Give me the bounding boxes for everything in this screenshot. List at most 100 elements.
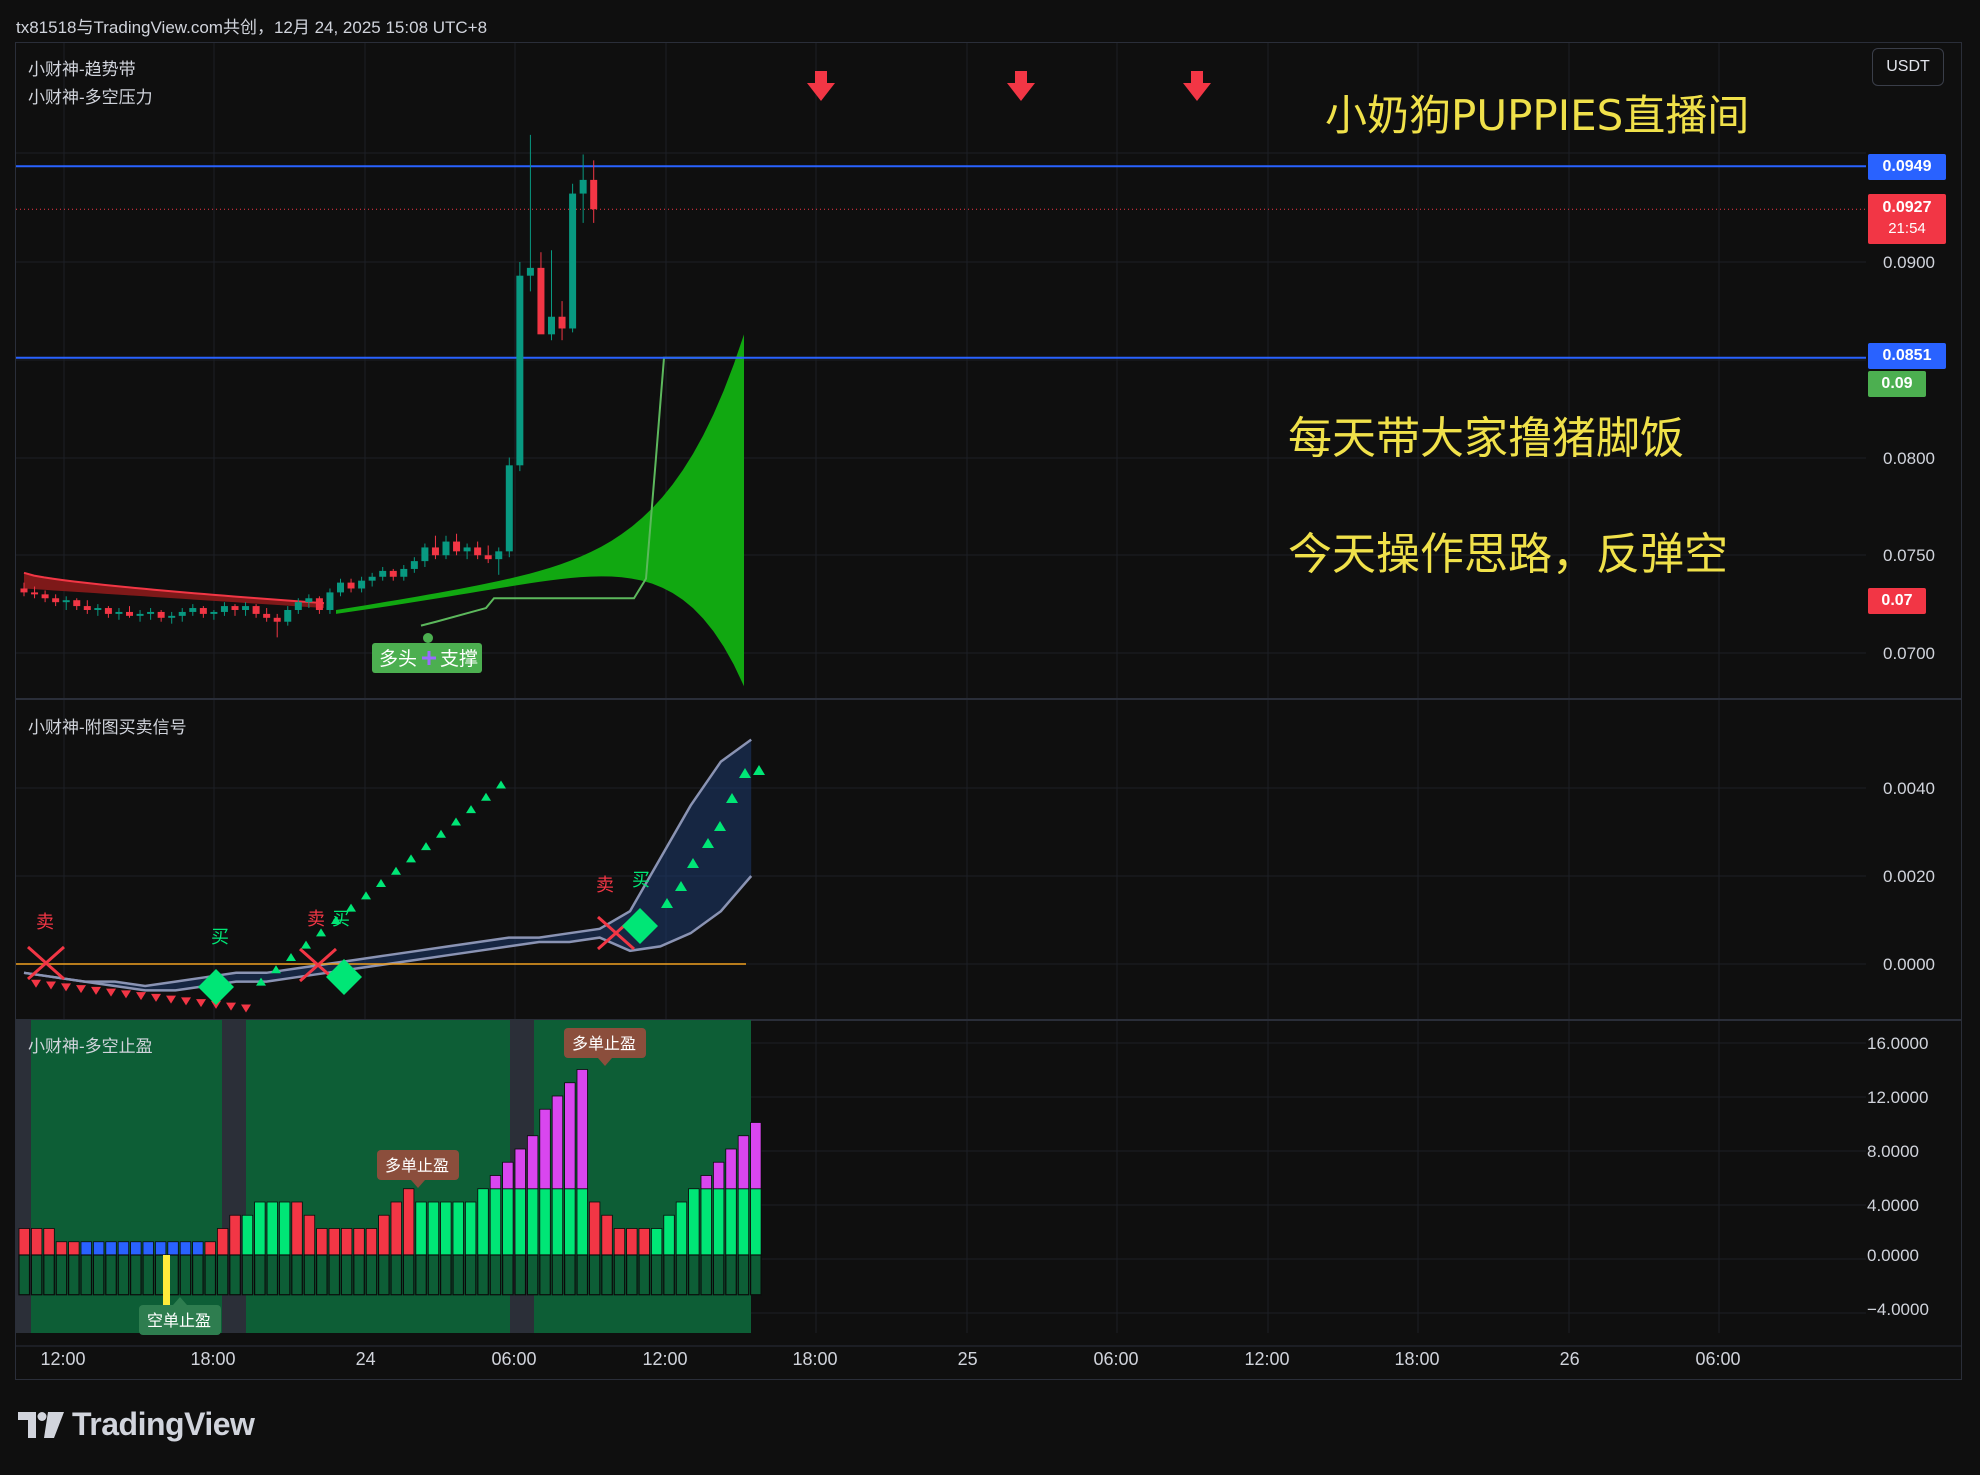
candle-body — [569, 193, 577, 329]
down-triangle-icon — [151, 993, 161, 1002]
candle-body — [315, 598, 323, 610]
candle-body — [252, 606, 260, 614]
signal-label: 买 — [211, 927, 229, 947]
stop-bar — [675, 1201, 688, 1256]
stop-bar-extra — [576, 1069, 588, 1190]
chart-frame[interactable]: 多头 支撑 0.0900 0.0800 0.0750 0.0700 卖买卖买卖买 0.0040… — [15, 42, 1962, 1380]
time-axis-label: 18:00 — [191, 1349, 236, 1369]
signal-area — [24, 739, 752, 991]
up-triangle-icon — [391, 866, 401, 875]
stop-bar — [241, 1214, 254, 1256]
stop-bar-extra — [737, 1135, 750, 1190]
signal-axis-label: 0.0020 — [1883, 867, 1935, 886]
time-axis-label: 12:00 — [643, 1349, 688, 1369]
stop-bar — [452, 1201, 464, 1256]
indicator-label-trend[interactable]: 小财神-趋势带 — [28, 55, 136, 80]
candle-body — [147, 611, 155, 614]
candle-body — [537, 267, 545, 335]
stop-bar-neg — [204, 1254, 217, 1296]
down-triangle-icon — [106, 988, 116, 997]
long-take-profit-callout-text: 多单止盈 — [572, 1035, 636, 1053]
price-axis-label: 0.0800 — [1883, 449, 1935, 468]
candle-body — [590, 179, 598, 210]
stop-bar — [651, 1228, 663, 1256]
price-axis-label: 0.0700 — [1883, 644, 1935, 663]
signal-label: 买 — [632, 870, 650, 890]
stop-bar-neg — [353, 1254, 365, 1296]
stop-bar — [278, 1201, 291, 1256]
signal-panel-title[interactable]: 小财神-附图买卖信号 — [28, 713, 187, 738]
price-tag-0851: 0.0851 — [1868, 343, 1946, 369]
price-axis-label: 0.0750 — [1883, 546, 1935, 565]
stop-bar — [688, 1188, 700, 1256]
header-title: tx81518与TradingView.com共创，12月 24, 2025 1… — [16, 18, 488, 37]
stop-bar — [489, 1188, 502, 1256]
signal-label: 买 — [332, 909, 350, 929]
stop-bar-neg — [378, 1254, 390, 1296]
stop-panel-title[interactable]: 小财神-多空止盈 — [28, 1032, 153, 1057]
candle-body — [474, 547, 482, 556]
candle-body — [41, 594, 49, 599]
up-triangle-icon — [361, 891, 371, 900]
stop-bar-extra — [502, 1161, 514, 1190]
stop-bar-neg — [489, 1254, 502, 1296]
stop-bar-neg — [390, 1254, 403, 1296]
price-axis-label: 0.0900 — [1883, 253, 1935, 272]
stop-bar — [427, 1201, 440, 1256]
up-triangle-icon — [286, 952, 296, 961]
stop-bar-neg — [452, 1254, 465, 1296]
down-arrow-icon — [807, 71, 835, 101]
candle-body — [379, 570, 387, 577]
candle-body — [189, 608, 197, 612]
stop-bar-neg — [737, 1254, 750, 1296]
stop-bar-neg — [328, 1254, 341, 1296]
price-tag-0949: 0.0949 — [1868, 154, 1946, 180]
stop-bar-neg — [576, 1254, 589, 1296]
stop-bar-neg — [415, 1254, 427, 1296]
down-triangle-icon — [31, 979, 41, 988]
up-triangle-icon — [316, 928, 326, 937]
chart-canvas[interactable]: 多头 支撑0.09000.08000.07500.0700卖买卖 买卖 买0.0040… — [16, 43, 1961, 1379]
stop-bar — [464, 1201, 477, 1256]
price-tag-current-value: 0.0927 — [1882, 199, 1932, 216]
stop-bar-extra — [713, 1161, 725, 1190]
candle-body — [231, 606, 239, 610]
stop-bar — [204, 1241, 216, 1256]
stop-axis-label: 4.0000 — [1867, 1196, 1919, 1215]
currency-button[interactable]: USDT — [1872, 48, 1944, 86]
stop-bar-neg — [650, 1254, 663, 1296]
stop-bar — [353, 1228, 365, 1256]
candle-body — [136, 613, 144, 616]
stop-bar — [18, 1228, 30, 1256]
stop-bar-neg — [725, 1254, 737, 1296]
down-triangle-icon — [196, 999, 206, 1008]
short-stop-marker — [163, 1255, 170, 1308]
candle-body — [20, 588, 28, 593]
tradingview-brand: TradingView — [72, 1406, 255, 1442]
tradingview-logo[interactable]: TradingView — [18, 1406, 255, 1443]
time-axis-label: 12:00 — [41, 1349, 86, 1369]
up-triangle-icon — [496, 780, 506, 789]
header: tx81518与TradingView.com共创，12月 24, 2025 1… — [0, 0, 1980, 42]
candle-body — [505, 465, 513, 552]
up-triangle-icon — [451, 817, 461, 826]
stop-bar — [564, 1188, 576, 1256]
candle-body — [579, 179, 587, 194]
candle-body — [242, 606, 250, 610]
stop-bar — [539, 1188, 551, 1256]
stop-bar — [142, 1241, 154, 1256]
stop-bar-extra — [700, 1175, 712, 1190]
stop-bar-neg — [316, 1254, 328, 1296]
stop-bar — [737, 1188, 750, 1256]
indicator-label-pressure[interactable]: 小财神-多空压力 — [28, 83, 153, 108]
time-axis-label: 06:00 — [1094, 1349, 1139, 1369]
time-axis-label: 25 — [958, 1349, 978, 1369]
candle-body — [442, 541, 450, 556]
down-arrow-icon — [1183, 71, 1211, 101]
stop-bar-extra — [725, 1148, 737, 1190]
candle-body — [52, 598, 60, 603]
down-triangle-icon — [136, 992, 146, 1001]
long-take-profit-callout-2-text: 多单止盈 — [385, 1157, 449, 1175]
stop-bar — [601, 1214, 613, 1256]
down-triangle-icon — [121, 990, 131, 999]
